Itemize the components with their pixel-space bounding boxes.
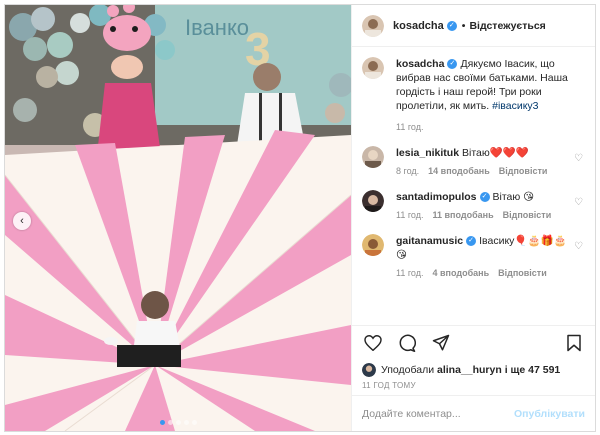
reply-button[interactable]: Відповісти bbox=[503, 210, 552, 220]
reply-button[interactable]: Відповісти bbox=[498, 268, 547, 278]
comment-like-heart-icon[interactable]: ♡ bbox=[574, 153, 583, 164]
comment-item: santadimopulos ✓ Вітаю 😘 11 год. 11 вподоб… bbox=[362, 190, 585, 220]
party-photo-illustration: Іванко 3 bbox=[5, 5, 351, 431]
carousel-dot bbox=[159, 420, 165, 425]
post-time-ago[interactable]: 11 ГОД ТОМУ bbox=[352, 381, 595, 395]
avatar[interactable] bbox=[362, 234, 384, 256]
comment-item: lesia_nikituk Вітаю❤️❤️❤️ 8 год. 14 вподо… bbox=[362, 146, 585, 176]
likes-count-link[interactable]: і ще 47 591 bbox=[505, 364, 561, 376]
comment-text: Вітаю❤️❤️❤️ bbox=[462, 147, 529, 159]
following-button[interactable]: Відстежується bbox=[469, 20, 545, 32]
post-dialog: Іванко 3 ‹ kosadcha ✓ • Відстежується ko… bbox=[4, 4, 596, 432]
comment-username[interactable]: santadimopulos bbox=[396, 191, 477, 203]
comment-like-heart-icon[interactable]: ♡ bbox=[574, 241, 583, 252]
verified-badge-icon: ✓ bbox=[479, 192, 490, 203]
comment-like-heart-icon[interactable]: ♡ bbox=[574, 197, 583, 208]
publish-button[interactable]: Опублікувати bbox=[514, 408, 585, 420]
carousel-dot bbox=[183, 420, 189, 425]
comment-icon[interactable] bbox=[396, 332, 418, 354]
heart-icon[interactable] bbox=[362, 332, 384, 354]
likes-user-link[interactable]: alina__huryn bbox=[437, 364, 502, 376]
verified-badge-icon: ✓ bbox=[447, 59, 458, 70]
separator-dot: • bbox=[461, 19, 466, 32]
avatar[interactable] bbox=[362, 363, 376, 377]
comment-username[interactable]: lesia_nikituk bbox=[396, 147, 459, 159]
carousel-prev-arrow-icon[interactable]: ‹ bbox=[13, 212, 31, 230]
verified-badge-icon: ✓ bbox=[466, 236, 477, 247]
carousel-dot bbox=[167, 420, 173, 425]
post-photo[interactable]: Іванко 3 ‹ bbox=[5, 5, 351, 431]
bookmark-icon[interactable] bbox=[563, 332, 585, 354]
comment-likes[interactable]: 4 вподобань bbox=[433, 268, 490, 278]
comments-list: kosadcha ✓ Дякуємо Івасик, що вибрав нас с… bbox=[352, 47, 595, 325]
backdrop-text: Іванко bbox=[185, 15, 249, 40]
verified-badge-icon: ✓ bbox=[446, 20, 457, 31]
comment-username[interactable]: gaitanamusic bbox=[396, 235, 463, 247]
author-username[interactable]: kosadcha bbox=[393, 20, 444, 32]
likes-prefix: Уподобали bbox=[381, 364, 435, 376]
avatar[interactable] bbox=[362, 190, 384, 212]
reply-button[interactable]: Відповісти bbox=[499, 166, 548, 176]
post-header: kosadcha ✓ • Відстежується bbox=[352, 5, 595, 47]
comment-time[interactable]: 11 год. bbox=[396, 268, 424, 278]
carousel-dot bbox=[191, 420, 197, 425]
avatar[interactable] bbox=[362, 57, 384, 79]
comment-item: gaitanamusic ✓ Івасику🎈🎂🎁🎂😘 11 год. 4 впод… bbox=[362, 234, 585, 278]
post-side-panel: kosadcha ✓ • Відстежується kosadcha ✓ Дяку… bbox=[351, 5, 595, 431]
likes-summary: Уподобали alina__huryn і ще 47 591 bbox=[352, 359, 595, 381]
avatar[interactable] bbox=[362, 146, 384, 168]
share-icon[interactable] bbox=[430, 332, 452, 354]
comment-text: Вітаю 😘 bbox=[492, 191, 535, 203]
comment-likes[interactable]: 14 вподобань bbox=[428, 166, 490, 176]
carousel-indicator bbox=[5, 420, 351, 425]
comment-time[interactable]: 8 год. bbox=[396, 166, 419, 176]
post-actions bbox=[352, 325, 595, 359]
avatar[interactable] bbox=[362, 14, 384, 37]
add-comment-bar: Опублікувати bbox=[352, 395, 595, 431]
comment-time[interactable]: 11 год. bbox=[396, 122, 424, 132]
parachute bbox=[5, 130, 351, 431]
comment-time[interactable]: 11 год. bbox=[396, 210, 424, 220]
caption: kosadcha ✓ Дякуємо Івасик, що вибрав нас с… bbox=[362, 57, 585, 132]
comment-username[interactable]: kosadcha bbox=[396, 58, 444, 70]
hashtag-link[interactable]: #івасику3 bbox=[492, 100, 538, 112]
comment-likes[interactable]: 11 вподобань bbox=[433, 210, 494, 220]
carousel-dot bbox=[175, 420, 181, 425]
comment-input[interactable] bbox=[362, 407, 514, 420]
